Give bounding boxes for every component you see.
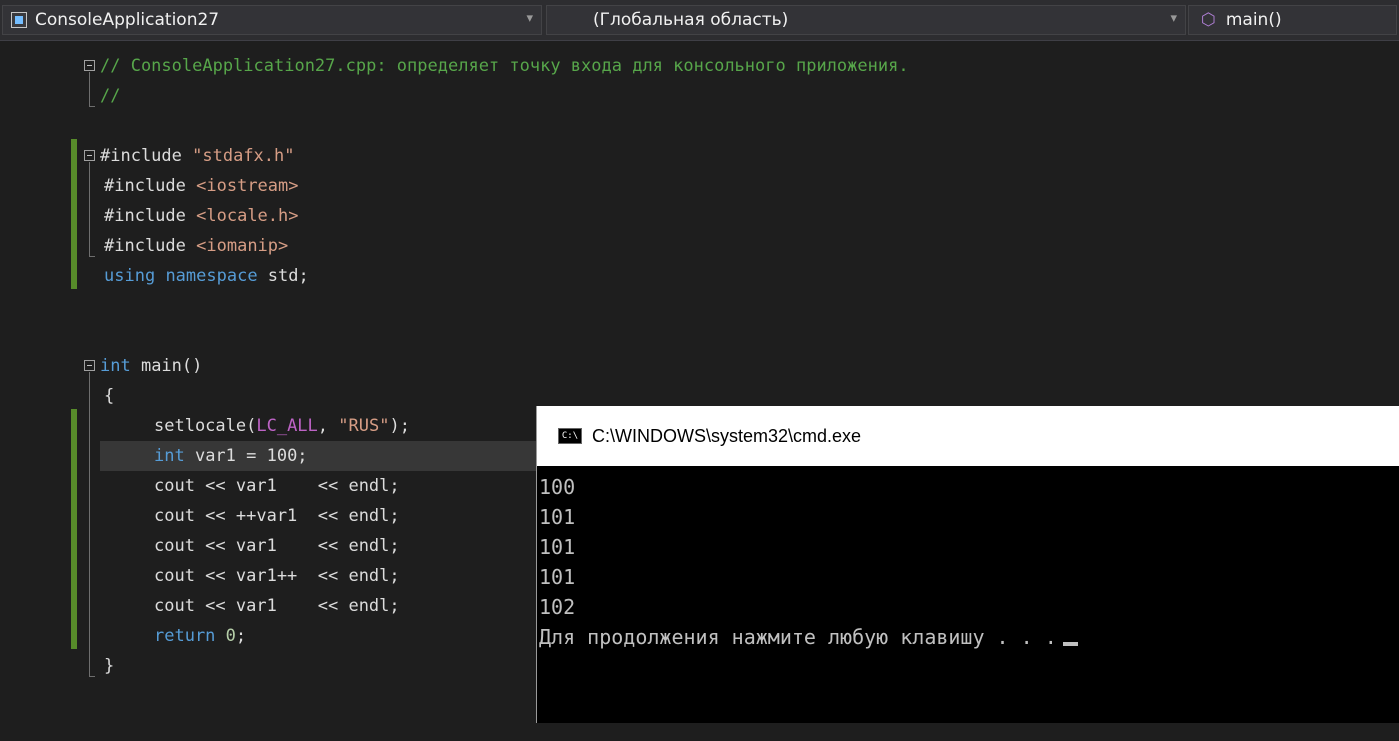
- code-line: }: [0, 651, 114, 681]
- brace: {: [104, 386, 115, 406]
- console-output-line: 101: [539, 535, 576, 559]
- change-indicator: [71, 409, 77, 649]
- keyword: namespace: [165, 266, 258, 286]
- code-line: // ConsoleApplication27.cpp: определяет …: [0, 51, 909, 81]
- chevron-down-icon[interactable]: ▾: [526, 11, 533, 26]
- fold-toggle[interactable]: [84, 360, 95, 371]
- code-line: #include <iomanip>: [0, 231, 288, 261]
- include-directive: #include <iomanip>: [104, 231, 288, 261]
- include-directive: #include "stdafx.h": [100, 141, 295, 171]
- include-directive: #include <iostream>: [104, 171, 299, 201]
- code-line: int main(): [0, 351, 202, 381]
- code-line: cout << ++var1 << endl;: [0, 501, 400, 531]
- comment: //: [100, 86, 121, 106]
- return-statement: return 0;: [154, 621, 246, 651]
- fold-toggle[interactable]: [84, 150, 95, 161]
- code-line: //: [0, 81, 120, 111]
- declaration: var1 = 100;: [184, 446, 308, 466]
- cout-statement: cout << ++var1 << endl;: [154, 506, 400, 526]
- cout-statement: cout << var1++ << endl;: [154, 566, 400, 586]
- code-line: #include "stdafx.h": [0, 141, 295, 171]
- console-title: C:\WINDOWS\system32\cmd.exe: [592, 425, 862, 446]
- code-line: cout << var1++ << endl;: [0, 561, 400, 591]
- cout-statement: cout << var1 << endl;: [154, 596, 400, 616]
- preprocessor-keyword: #include: [104, 236, 186, 256]
- fold-toggle[interactable]: [84, 60, 95, 71]
- punctuation: );: [389, 416, 410, 436]
- member-dropdown[interactable]: ⬡ main(): [1188, 5, 1397, 35]
- console-window[interactable]: C:\ C:\WINDOWS\system32\cmd.exe 100 101 …: [536, 406, 1399, 723]
- code-line: cout << var1 << endl;: [0, 591, 400, 621]
- include-path: <locale.h>: [196, 206, 299, 226]
- number-literal: 0: [215, 626, 236, 646]
- cpp-project-icon: [11, 12, 27, 28]
- code-line: setlocale(LC_ALL, "RUS");: [0, 411, 410, 441]
- function-call: setlocale(: [154, 416, 257, 436]
- code-line: return 0;: [0, 621, 246, 651]
- keyword: int: [100, 356, 131, 376]
- code-line: cout << var1 << endl;: [0, 471, 400, 501]
- project-dropdown[interactable]: ConsoleApplication27 ▾: [2, 5, 542, 35]
- keyword: return: [154, 626, 216, 646]
- current-line-highlight: int var1 = 100;: [100, 441, 536, 471]
- code-line: #include <locale.h>: [0, 201, 299, 231]
- console-output-line: 101: [539, 505, 576, 529]
- separator: ,: [317, 416, 339, 436]
- variable-declaration: int var1 = 100;: [154, 441, 308, 471]
- cout-statement: cout << var1 << endl;: [154, 536, 400, 556]
- include-path: "stdafx.h": [192, 146, 295, 166]
- code-line: {: [0, 381, 114, 411]
- method-icon: ⬡: [1201, 10, 1216, 30]
- macro: LC_ALL: [256, 416, 318, 436]
- code-line: using namespace std;: [0, 261, 309, 291]
- scope-dropdown[interactable]: (Глобальная область) ▾: [546, 5, 1186, 35]
- using-statement: using namespace std;: [104, 261, 309, 291]
- fold-guide: [89, 72, 90, 106]
- setlocale-call: setlocale(LC_ALL, "RUS");: [154, 411, 410, 441]
- scope-dropdown-label: (Глобальная область): [593, 10, 789, 30]
- preprocessor-keyword: #include: [100, 146, 182, 166]
- chevron-down-icon[interactable]: ▾: [1170, 11, 1177, 26]
- console-output: 100 101 101 101 102 Для продолжения нажм…: [539, 472, 1078, 652]
- preprocessor-keyword: #include: [104, 176, 186, 196]
- preprocessor-keyword: #include: [104, 206, 186, 226]
- code-line: cout << var1 << endl;: [0, 531, 400, 561]
- change-indicator: [71, 139, 77, 289]
- console-title-bar[interactable]: C:\ C:\WINDOWS\system32\cmd.exe: [537, 406, 1399, 466]
- include-path: <iomanip>: [196, 236, 289, 256]
- cmd-icon: C:\: [558, 428, 582, 444]
- member-dropdown-label: main(): [1225, 10, 1282, 30]
- console-output-line: 102: [539, 595, 576, 619]
- punctuation: ;: [235, 626, 247, 646]
- identifier: std;: [257, 266, 309, 286]
- console-prompt-line: Для продолжения нажмите любую клавишу . …: [539, 622, 1078, 652]
- include-path: <iostream>: [196, 176, 299, 196]
- navigation-bar: ConsoleApplication27 ▾ (Глобальная облас…: [0, 0, 1399, 41]
- keyword: int: [154, 446, 185, 466]
- string-literal: "RUS": [338, 416, 390, 436]
- console-output-line: 100: [539, 475, 576, 499]
- code-line: #include <iostream>: [0, 171, 299, 201]
- fold-guide: [89, 162, 90, 256]
- brace: }: [104, 656, 115, 676]
- include-directive: #include <locale.h>: [104, 201, 299, 231]
- text-cursor: [1062, 642, 1078, 646]
- project-dropdown-label: ConsoleApplication27: [35, 10, 220, 30]
- comment: // ConsoleApplication27.cpp: определяет …: [100, 56, 909, 76]
- fold-guide-end: [89, 256, 95, 257]
- console-output-line: 101: [539, 565, 576, 589]
- console-prompt: Для продолжения нажмите любую клавишу . …: [539, 625, 1057, 649]
- fold-guide-end: [89, 676, 95, 677]
- fold-guide-end: [89, 106, 95, 107]
- cout-statement: cout << var1 << endl;: [154, 476, 400, 496]
- function-signature: int main(): [100, 351, 202, 381]
- function-name: main(): [130, 356, 203, 376]
- fold-guide: [89, 372, 90, 676]
- keyword: using: [104, 266, 156, 286]
